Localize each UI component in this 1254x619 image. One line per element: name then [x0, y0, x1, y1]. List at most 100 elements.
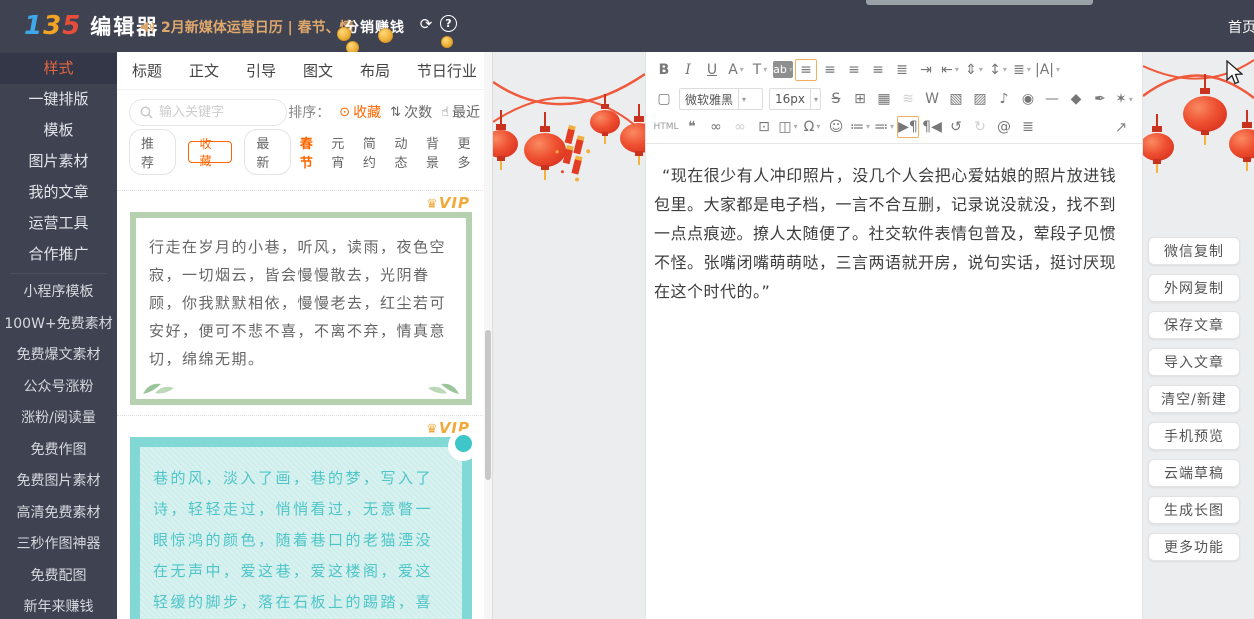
clear-new-button[interactable]: 清空/新建	[1148, 385, 1240, 413]
bold-button[interactable]: B	[653, 59, 675, 81]
page-break-button[interactable]: ≋	[897, 88, 919, 110]
filter-more[interactable]: 更多	[458, 133, 481, 171]
record-audio-button[interactable]: ♪	[993, 88, 1015, 110]
tab-layout[interactable]: 布局	[360, 60, 390, 81]
sidebar-item-reads-growth[interactable]: 涨粉/阅读量	[0, 403, 117, 435]
sidebar-item-viral-material[interactable]: 免费爆文素材	[0, 340, 117, 372]
font-color-button[interactable]: A	[725, 59, 747, 81]
editor-content[interactable]: “现在很少有人冲印照片，没几个人会把心爱姑娘的照片放进钱包里。大家都是电子档，一…	[646, 144, 1142, 306]
panel-scrollbar[interactable]	[484, 52, 492, 619]
fullscreen-button[interactable]: ↗	[1110, 116, 1132, 138]
filter-lantern-festival[interactable]: 元宵	[331, 133, 354, 171]
scrollbar-thumb[interactable]	[485, 330, 491, 480]
eraser-button[interactable]: ◆	[1065, 88, 1087, 110]
sidebar-item-100w-free[interactable]: 100W+免费素材	[0, 309, 117, 341]
sidebar-item-free-drawing[interactable]: 免费作图	[0, 435, 117, 467]
save-article-button[interactable]: 保存文章	[1148, 311, 1240, 339]
sidebar-item-free-pics[interactable]: 免费配图	[0, 561, 117, 593]
remove-link-button[interactable]: ∞	[729, 116, 751, 138]
align-justify-button[interactable]: ≡	[867, 59, 889, 81]
import-article-button[interactable]: 导入文章	[1148, 348, 1240, 376]
insert-chart-button[interactable]: ▦	[873, 88, 895, 110]
special-char-button[interactable]: Ω	[801, 116, 823, 138]
tab-body[interactable]: 正文	[189, 60, 219, 81]
align-left-button[interactable]: ≡	[795, 59, 817, 81]
word-import-button[interactable]: W	[921, 88, 943, 110]
logo[interactable]: 135 编辑器	[24, 11, 159, 41]
cloud-draft-button[interactable]: 云端草稿	[1148, 459, 1240, 487]
mention-button[interactable]: @	[993, 116, 1015, 138]
more-functions-button[interactable]: 更多功能	[1148, 533, 1240, 561]
image-album-button[interactable]: ▨	[969, 88, 991, 110]
nav-home[interactable]: 首页	[1228, 17, 1254, 37]
sidebar-item-one-key-layout[interactable]: 一键排版	[0, 84, 117, 115]
sidebar-item-hd-free[interactable]: 高清免费素材	[0, 498, 117, 530]
external-copy-button[interactable]: 外网复制	[1148, 274, 1240, 302]
sidebar-item-cooperation[interactable]: 合作推广	[0, 239, 117, 270]
sidebar-item-image-assets[interactable]: 图片素材	[0, 146, 117, 177]
filter-dynamic[interactable]: 动态	[394, 133, 417, 171]
filter-simple[interactable]: 简约	[363, 133, 386, 171]
sidebar-item-operation-tools[interactable]: 运营工具	[0, 208, 117, 239]
format-brush-button[interactable]: ✒	[1089, 88, 1111, 110]
blockquote-button[interactable]: ❝	[681, 116, 703, 138]
filter-recommend[interactable]: 推荐	[129, 129, 176, 175]
font-size-select[interactable]: 16px▾	[769, 88, 821, 110]
ltr-paragraph-button[interactable]: ▶¶	[897, 116, 919, 138]
text-template-button[interactable]: ⊡	[753, 116, 775, 138]
sidebar-item-3s-drawing[interactable]: 三秒作图神器	[0, 529, 117, 561]
filter-newest[interactable]: 最新	[244, 129, 291, 175]
sidebar-item-my-articles[interactable]: 我的文章	[0, 177, 117, 208]
align-center-button[interactable]: ≡	[819, 59, 841, 81]
beautify-button[interactable]: ✶	[1113, 88, 1135, 110]
insert-table-button[interactable]: ⊞	[849, 88, 871, 110]
unordered-list-button[interactable]: ≕	[873, 116, 895, 138]
announcement-link[interactable]: 2月新媒体运营日历 | 春节、情	[140, 17, 354, 37]
emoji-button[interactable]: ☺	[825, 116, 847, 138]
sidebar-item-styles[interactable]: 样式	[0, 53, 117, 84]
search-input[interactable]	[159, 105, 269, 120]
align-right-button[interactable]: ≡	[843, 59, 865, 81]
paragraph-spacing-button[interactable]: ⇕	[963, 59, 985, 81]
indent-more-button[interactable]: ⇥	[915, 59, 937, 81]
sidebar-item-free-images[interactable]: 免费图片素材	[0, 466, 117, 498]
new-doc-button[interactable]: ▢	[653, 88, 675, 110]
filter-background[interactable]: 背景	[426, 133, 449, 171]
auto-typeset-button[interactable]: |A|	[1035, 59, 1060, 81]
sort-by-recent[interactable]: ☝最近	[441, 102, 480, 122]
ordered-list-button[interactable]: ≔	[849, 116, 871, 138]
filter-spring-festival[interactable]: 春节	[300, 133, 323, 171]
sidebar-item-templates[interactable]: 模板	[0, 115, 117, 146]
font-family-select[interactable]: 微软雅黑▾	[679, 88, 763, 110]
style-card[interactable]: ♛VIP 巷的风，淡入了画，巷的梦，写入了诗，轻轻走过，悄悄看过，无意瞥一眼惊鸿…	[117, 415, 485, 619]
record-video-button[interactable]: ◉	[1017, 88, 1039, 110]
sort-by-favorites[interactable]: ⊙收藏	[339, 102, 381, 122]
search-box[interactable]	[129, 99, 287, 126]
help-icon[interactable]: ?	[440, 15, 457, 32]
wechat-copy-button[interactable]: 微信复制	[1148, 237, 1240, 265]
style-preview-teal[interactable]: 巷的风，淡入了画，巷的梦，写入了诗，轻轻走过，悄悄看过，无意瞥一眼惊鸿的颜色，随…	[130, 437, 472, 619]
layout-card-button[interactable]: ◫	[777, 116, 799, 138]
italic-button[interactable]: I	[677, 59, 699, 81]
strikethrough-button[interactable]: S	[825, 88, 847, 110]
sidebar-item-fans-growth[interactable]: 公众号涨粉	[0, 372, 117, 404]
outline-button[interactable]: ≣	[1017, 116, 1039, 138]
redo-button[interactable]: ↻	[969, 116, 991, 138]
style-card[interactable]: ♛VIP 行走在岁月的小巷，听风，读雨，夜色空寂，一切烟云，皆会慢慢散去，光阴眷…	[117, 190, 485, 415]
mobile-preview-button[interactable]: 手机预览	[1148, 422, 1240, 450]
line-height-button[interactable]: ↕	[987, 59, 1009, 81]
indent-less-button[interactable]: ⇤	[939, 59, 961, 81]
align-full-button[interactable]: ≣	[891, 59, 913, 81]
long-image-button[interactable]: 生成长图	[1148, 496, 1240, 524]
sidebar-item-newyear-earn[interactable]: 新年来赚钱	[0, 592, 117, 619]
html-source-button[interactable]: HTML	[653, 116, 679, 138]
insert-link-button[interactable]: ∞	[705, 116, 727, 138]
horizontal-rule-button[interactable]: —	[1041, 88, 1063, 110]
undo-button[interactable]: ↺	[945, 116, 967, 138]
text-style-button[interactable]: T	[749, 59, 771, 81]
sidebar-item-miniprogram[interactable]: 小程序模板	[0, 277, 117, 309]
refresh-icon[interactable]: ⟳	[417, 15, 435, 33]
tab-image-text[interactable]: 图文	[303, 60, 333, 81]
distribution-link[interactable]: 分销赚钱	[345, 17, 405, 37]
sort-by-count[interactable]: ⇅次数	[390, 102, 432, 122]
